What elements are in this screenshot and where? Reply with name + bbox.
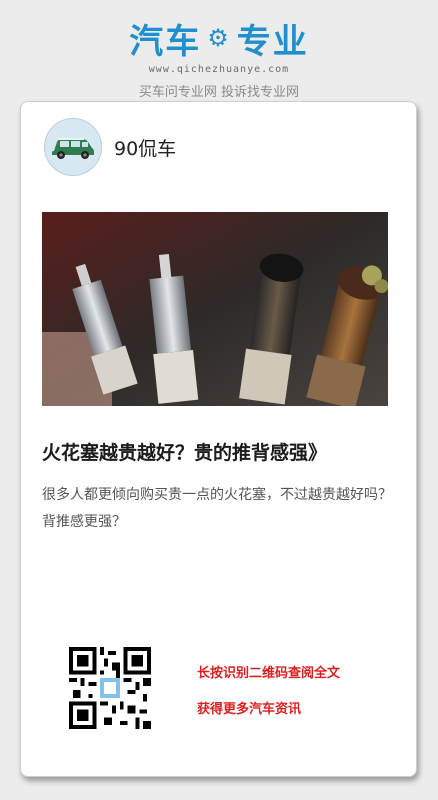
car-icon — [52, 138, 94, 159]
brand-header: 汽车 ⚙ 专业 www.qichezhuanye.com 买车问专业网 投诉找专… — [0, 14, 438, 101]
author-name[interactable]: 90侃车 — [114, 134, 176, 161]
gear-icon: ⚙ — [207, 24, 231, 52]
brand-name-left: 汽车 — [129, 21, 202, 62]
spark-plugs-photo — [42, 212, 388, 406]
qr-instruction-line2: 获得更多汽车资讯 — [197, 702, 302, 717]
qr-instruction-line1: 长按识别二维码查阅全文 — [197, 666, 341, 681]
article-card[interactable]: 90侃车 火花塞越贵越好？贵的推背感强》 很多人都更倾向购买贵一点的火花塞，不过… — [20, 101, 417, 777]
brand-name-right: 专业 — [236, 21, 309, 62]
article-summary: 很多人都更倾向购买贵一点的火花塞，不过越贵越好吗？背推感更强？ — [42, 487, 392, 530]
qr-code[interactable] — [69, 647, 151, 729]
qr-instructions: 长按识别二维码查阅全文 获得更多汽车资讯 — [197, 662, 340, 734]
avatar — [44, 118, 102, 176]
brand-url: www.qichezhuanye.com — [148, 64, 290, 75]
article-title[interactable]: 火花塞越贵越好？贵的推背感强》 — [42, 438, 392, 465]
brand-slogan: 买车问专业网 投诉找专业网 — [138, 85, 300, 100]
qr-code-icon — [69, 647, 151, 729]
spark-plugs-illustration — [42, 212, 388, 406]
author-row: 90侃车 — [44, 118, 176, 176]
brand-logo: 汽车 ⚙ 专业 — [0, 14, 438, 62]
